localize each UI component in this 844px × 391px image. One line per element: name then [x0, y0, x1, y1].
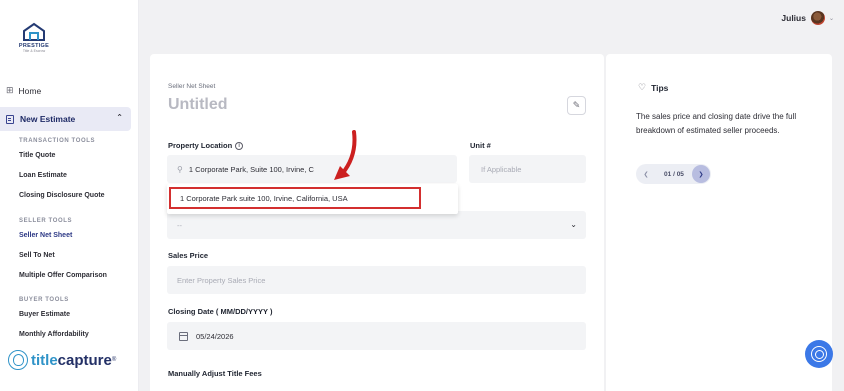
tips-header-label: Tips	[651, 83, 669, 93]
closing-date-input[interactable]: 05/24/2026	[167, 322, 586, 350]
nav-loan-estimate[interactable]: Loan Estimate	[19, 172, 67, 179]
chevron-down-icon: ⌄	[570, 220, 577, 229]
user-menu[interactable]: Julius ⌄	[781, 11, 834, 25]
pager-text: 01 / 05	[664, 170, 684, 178]
tips-text: The sales price and closing date drive t…	[636, 112, 797, 135]
map-pin-icon: ⚲	[177, 164, 183, 174]
chat-icon	[811, 346, 827, 362]
brand-logo[interactable]: PRESTIGE Title & Escrow	[16, 22, 52, 60]
info-icon[interactable]: i	[235, 142, 244, 151]
closing-date-value: 05/24/2026	[196, 331, 234, 341]
property-location-label-text: Property Location	[168, 141, 233, 150]
house-logo-icon	[23, 22, 45, 41]
avatar	[810, 11, 825, 25]
property-location-input[interactable]: ⚲ 1 Corporate Park, Suite 100, Irvine, C	[167, 155, 457, 183]
section-transaction-tools: TRANSACTION TOOLS	[19, 138, 96, 144]
nav-closing-disclosure-quote[interactable]: Closing Disclosure Quote	[19, 192, 105, 199]
section-seller-tools: SELLER TOOLS	[19, 218, 73, 224]
property-type-value: --	[177, 220, 182, 230]
unit-input[interactable]: If Applicable	[469, 155, 586, 183]
section-buyer-tools: BUYER TOOLS	[19, 297, 69, 303]
grid-icon: ⊞	[6, 86, 14, 96]
nav-home[interactable]: ⊞ Home	[0, 80, 139, 102]
nav-sell-to-net[interactable]: Sell To Net	[19, 252, 55, 259]
nav-new-estimate[interactable]: New Estimate ⌃	[0, 107, 131, 131]
page-title[interactable]: Untitled	[168, 96, 228, 114]
titlecapture-logo-icon	[8, 350, 28, 370]
property-type-select[interactable]: -- ⌄	[167, 211, 586, 239]
property-location-value: 1 Corporate Park, Suite 100, Irvine, C	[188, 164, 314, 174]
lightbulb-icon: ♡	[638, 83, 647, 93]
manually-adjust-title-fees-label[interactable]: Manually Adjust Title Fees	[168, 369, 262, 378]
nav-title-quote[interactable]: Title Quote	[19, 152, 55, 159]
breadcrumb: Seller Net Sheet	[168, 83, 216, 90]
pencil-icon: ✎	[572, 100, 581, 111]
nav-new-estimate-label: New Estimate	[20, 114, 76, 124]
property-location-label: Property Location i	[168, 141, 244, 151]
annotation-arrow-icon	[334, 130, 357, 180]
user-name: Julius	[781, 13, 806, 23]
pager-next-button[interactable]: ❯	[692, 165, 710, 183]
sidebar: PRESTIGE Title & Escrow ⊞ Home New Estim…	[0, 0, 139, 391]
document-icon	[6, 114, 14, 124]
titlecapture-logo: title capture ®	[8, 349, 116, 371]
unit-placeholder: If Applicable	[481, 164, 522, 174]
nav-buyer-estimate[interactable]: Buyer Estimate	[19, 311, 70, 318]
titlecapture-title: title	[31, 351, 58, 369]
tips-pager: ❮ 01 / 05 ❯	[636, 164, 711, 184]
edit-title-button[interactable]: ✎	[567, 96, 586, 115]
help-chat-button[interactable]	[805, 340, 833, 368]
sales-price-input[interactable]: Enter Property Sales Price	[167, 266, 586, 294]
closing-date-label: Closing Date ( MM/DD/YYYY )	[168, 307, 273, 316]
titlecapture-capture: capture	[57, 351, 112, 369]
nav-monthly-affordability[interactable]: Monthly Affordability	[19, 331, 89, 338]
address-suggestions: 1 Corporate Park suite 100, Irvine, Cali…	[167, 184, 458, 214]
sales-price-label: Sales Price	[168, 251, 209, 260]
pager-prev-button[interactable]: ❮	[636, 171, 656, 178]
calendar-icon	[179, 331, 188, 341]
unit-label: Unit #	[470, 141, 491, 150]
tips-header: ♡ Tips	[638, 83, 668, 93]
nav-home-label: Home	[18, 86, 42, 96]
address-suggestion-item[interactable]: 1 Corporate Park suite 100, Irvine, Cali…	[169, 187, 421, 209]
chevron-down-icon: ⌄	[828, 14, 834, 22]
titlecapture-reg: ®	[111, 357, 117, 363]
nav-multiple-offer-comparison[interactable]: Multiple Offer Comparison	[19, 272, 107, 279]
sales-price-placeholder: Enter Property Sales Price	[177, 275, 266, 285]
brand-sub: Title & Escrow	[22, 49, 46, 53]
chevron-up-icon: ⌃	[116, 113, 123, 122]
nav-seller-net-sheet[interactable]: Seller Net Sheet	[19, 232, 72, 239]
tips-panel: ♡ Tips The sales price and closing date …	[606, 54, 832, 391]
